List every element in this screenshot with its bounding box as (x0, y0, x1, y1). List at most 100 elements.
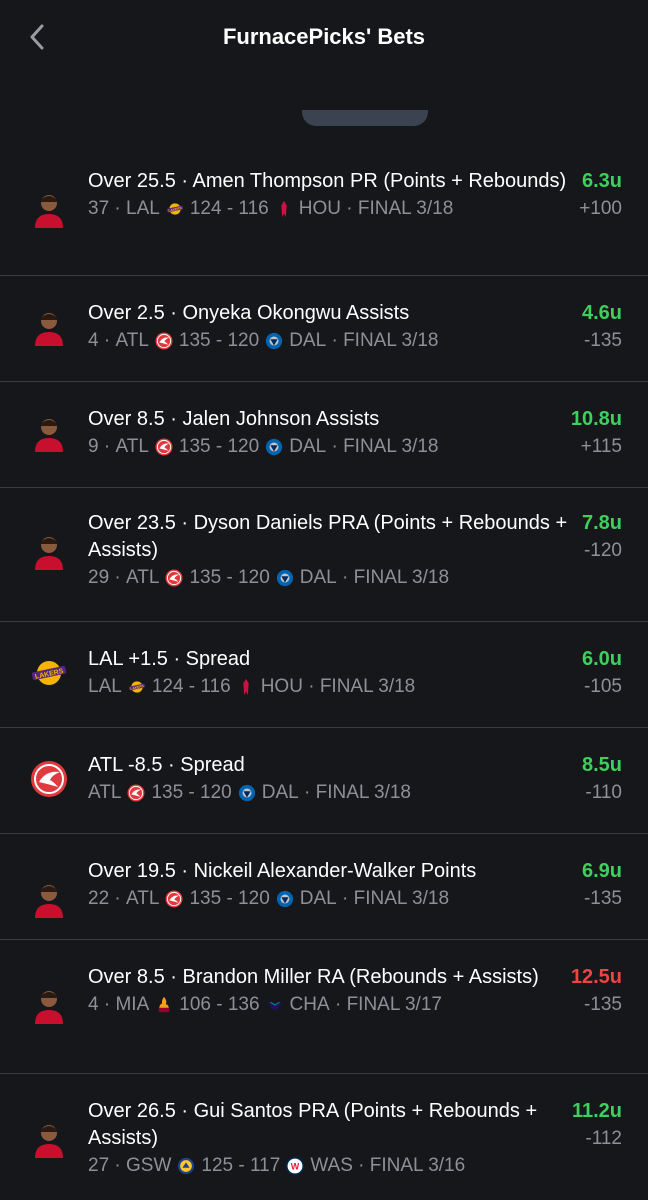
bet-content: LAL +1.5 · Spread LAL LAKERS 124 - 116 HO… (88, 646, 568, 700)
odds-value: +115 (580, 436, 622, 457)
stat-value: 27 (88, 1155, 110, 1176)
game-status: FINAL 3/18 (343, 436, 439, 457)
team-away: ATL (115, 436, 149, 457)
units-value: 10.8u (570, 408, 622, 430)
odds-value: -112 (585, 1128, 622, 1149)
game-score: 135 - 120 (189, 567, 270, 588)
separator: · (298, 782, 316, 803)
top-bar: FurnacePicks' Bets (0, 0, 648, 90)
bet-content: Over 23.5 · Dyson Daniels PRA (Points + … (88, 510, 568, 591)
team-away: MIA (115, 994, 150, 1015)
team-home: DAL (299, 888, 337, 909)
game-status: FINAL 3/18 (353, 888, 450, 909)
mavericks-logo-icon (265, 438, 283, 456)
player-avatar-icon (35, 313, 63, 346)
hawks-logo-icon (165, 568, 183, 587)
odds-value: -110 (585, 782, 622, 803)
bet-content: Over 26.5 · Gui Santos PRA (Points + Reb… (88, 1098, 568, 1179)
odds-value: -135 (583, 330, 622, 351)
lakers-logo-icon: LAKERS (166, 200, 184, 218)
hawks-logo-icon (31, 761, 67, 797)
separator: · (340, 198, 358, 219)
separator: · (98, 436, 116, 457)
units-value: 12.5u (570, 966, 622, 988)
stat-value: 4 (88, 994, 99, 1015)
team-home: DAL (289, 330, 327, 351)
game-status: FINAL 3/16 (369, 1155, 466, 1176)
odds-value: -135 (583, 888, 622, 909)
team-home: HOU (298, 198, 341, 219)
drag-handle[interactable] (302, 110, 428, 126)
bet-result: 10.8u +115 (571, 406, 622, 460)
bet-row[interactable]: LAKERS LAL +1.5 · Spread LAL LAKERS 124 -… (0, 622, 648, 728)
game-score: 135 - 120 (189, 888, 270, 909)
game-status: FINAL 3/18 (315, 782, 411, 803)
bet-row[interactable]: ATL -8.5 · Spread ATL 135 - 120 DAL · FIN… (0, 728, 648, 834)
bet-row[interactable]: Over 8.5 · Brandon Miller RA (Rebounds +… (0, 940, 648, 1074)
player-avatar-icon (35, 1125, 63, 1158)
bet-result: 12.5u -135 (571, 964, 622, 1018)
separator: · (98, 994, 116, 1015)
bet-title: ATL -8.5 · Spread (88, 754, 245, 776)
player-avatar (30, 308, 68, 346)
game-status: FINAL 3/17 (346, 994, 442, 1015)
wizards-logo-icon: W (286, 1156, 305, 1175)
hawks-logo-icon (127, 783, 145, 802)
page-title: FurnacePicks' Bets (222, 24, 426, 49)
bet-result: 8.5u -110 (582, 752, 622, 806)
separator: · (109, 1155, 127, 1176)
separator: · (109, 888, 127, 909)
bet-meta: 22 · ATL 135 - 120 DAL · FINAL 3/18 (88, 885, 568, 912)
separator: · (98, 330, 116, 351)
bet-row[interactable]: Over 2.5 · Onyeka Okongwu Assists 4 · ATL… (0, 276, 648, 382)
bet-title: Over 2.5 · Onyeka Okongwu Assists (88, 302, 410, 324)
hawks-logo-icon (30, 760, 68, 798)
player-avatar (30, 880, 68, 918)
team-away: ATL (88, 782, 122, 803)
player-avatar (30, 414, 68, 452)
bet-content: Over 8.5 · Brandon Miller RA (Rebounds +… (88, 964, 568, 1018)
bet-meta: 9 · ATL 135 - 120 DAL · FINAL 3/18 (88, 433, 568, 460)
bet-meta: 27 · GSW 125 - 117 W WAS · FINAL 3/16 (88, 1152, 568, 1179)
bet-row[interactable]: Over 19.5 · Nickeil Alexander-Walker Poi… (0, 834, 648, 940)
units-value: 6.0u (581, 648, 622, 670)
player-avatar-icon (35, 419, 63, 452)
separator: · (336, 567, 354, 588)
separator: · (302, 676, 320, 697)
bet-title: Over 26.5 · Gui Santos PRA (Points + Reb… (88, 1100, 538, 1149)
bet-row[interactable]: Over 8.5 · Jalen Johnson Assists 9 · ATL … (0, 382, 648, 488)
game-score: 124 - 116 (189, 198, 269, 219)
bet-row[interactable]: Over 25.5 · Amen Thompson PR (Points + R… (0, 150, 648, 276)
units-value: 7.8u (581, 512, 622, 534)
player-avatar-icon (35, 537, 63, 570)
team-away: ATL (126, 888, 160, 909)
separator: · (326, 436, 344, 457)
units-value: 8.5u (581, 754, 622, 776)
mavericks-logo-icon (276, 569, 294, 587)
bet-row[interactable]: Over 23.5 · Dyson Daniels PRA (Points + … (0, 488, 648, 622)
player-avatar-icon (35, 991, 63, 1024)
bet-title: Over 8.5 · Jalen Johnson Assists (88, 408, 380, 430)
hawks-logo-icon (165, 889, 183, 908)
odds-value: -105 (583, 676, 622, 697)
svg-text:W: W (291, 1161, 300, 1171)
player-avatar (30, 190, 68, 228)
bet-content: Over 2.5 · Onyeka Okongwu Assists 4 · ATL… (88, 300, 568, 354)
hornets-logo-icon (266, 996, 284, 1014)
separator: · (326, 330, 344, 351)
bet-result: 6.3u +100 (579, 168, 622, 222)
game-score: 106 - 136 (179, 994, 260, 1015)
bet-result: 7.8u -120 (582, 510, 622, 564)
units-value: 4.6u (581, 302, 622, 324)
team-home: DAL (299, 567, 337, 588)
mavericks-logo-icon (276, 890, 294, 908)
bet-row[interactable]: Over 26.5 · Gui Santos PRA (Points + Reb… (0, 1074, 648, 1200)
bet-result: 6.9u -135 (582, 858, 622, 912)
stat-value: 29 (88, 567, 110, 588)
odds-value: +100 (579, 198, 622, 219)
bet-meta: ATL 135 - 120 DAL · FINAL 3/18 (88, 779, 568, 806)
game-score: 135 - 120 (178, 330, 260, 351)
stat-value: 37 (88, 198, 110, 219)
bet-meta: 29 · ATL 135 - 120 DAL · FINAL 3/18 (88, 564, 568, 591)
player-avatar-icon (35, 885, 63, 918)
